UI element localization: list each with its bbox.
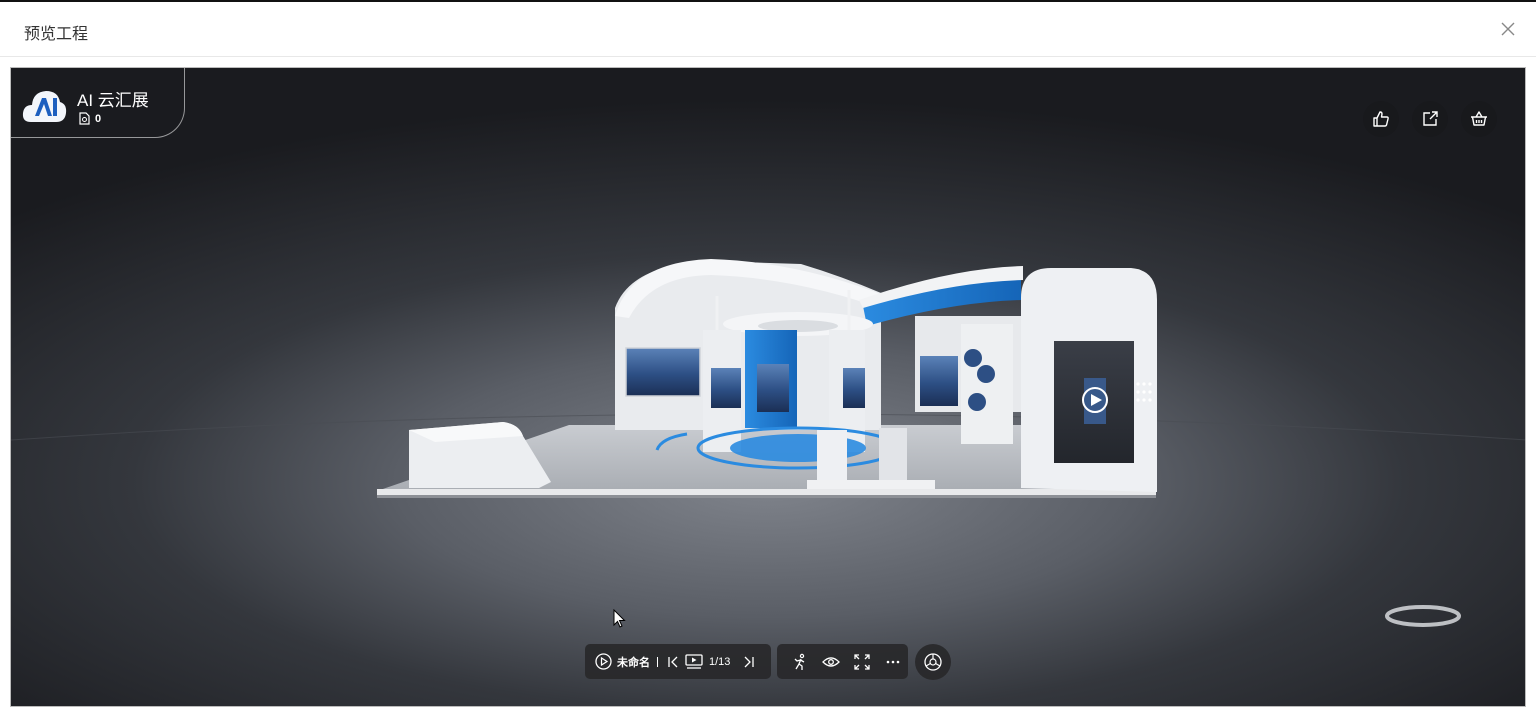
play-icon — [594, 653, 612, 670]
basket-button[interactable] — [1461, 101, 1497, 137]
fullscreen-icon — [854, 653, 870, 670]
walking-person-icon — [794, 653, 805, 670]
like-button[interactable] — [1363, 101, 1399, 137]
vr-icon — [924, 653, 942, 671]
exhibition-booth-scene[interactable] — [11, 68, 1526, 707]
document-icon — [79, 112, 90, 125]
tour-name[interactable]: 未命名 — [617, 654, 650, 670]
skip-last-icon — [744, 656, 755, 667]
more-dots-icon — [886, 660, 899, 663]
dialog-header: 预览工程 — [0, 2, 1536, 57]
panorama-viewer[interactable]: AI 云汇展 0 未命名 1/13 — [10, 67, 1526, 707]
dialog-title: 预览工程 — [24, 26, 89, 43]
first-scene-button[interactable] — [664, 649, 682, 675]
scene-list-icon — [685, 653, 703, 669]
play-tour-button[interactable] — [593, 649, 613, 675]
close-icon — [1501, 22, 1515, 36]
share-button[interactable] — [1412, 101, 1448, 137]
eye-icon — [822, 656, 841, 667]
basket-icon — [1471, 111, 1487, 126]
walk-mode-button[interactable] — [785, 649, 816, 675]
page-indicator: 1/13 — [709, 655, 731, 668]
vr-mode-button[interactable] — [915, 644, 951, 680]
view-mode-button[interactable] — [816, 649, 847, 675]
mouse-cursor-icon — [613, 609, 626, 628]
view-toolbar — [777, 644, 908, 679]
cloud-logo-icon — [22, 91, 67, 122]
view-count: 0 — [79, 112, 101, 125]
brand-name: AI 云汇展 — [77, 91, 149, 110]
last-scene-button[interactable] — [736, 649, 762, 675]
thumbs-up-icon — [1373, 111, 1389, 127]
tour-toolbar: 未命名 1/13 — [585, 644, 771, 679]
close-button[interactable] — [1498, 19, 1518, 39]
brand-panel: AI 云汇展 0 — [11, 68, 185, 138]
view-count-value: 0 — [95, 112, 102, 125]
more-button[interactable] — [877, 649, 908, 675]
share-icon — [1423, 111, 1438, 126]
scene-list-button[interactable] — [682, 649, 706, 675]
skip-first-icon — [668, 656, 678, 667]
toolbar-separator — [657, 656, 658, 667]
top-actions — [1363, 101, 1497, 137]
fullscreen-button[interactable] — [847, 649, 878, 675]
